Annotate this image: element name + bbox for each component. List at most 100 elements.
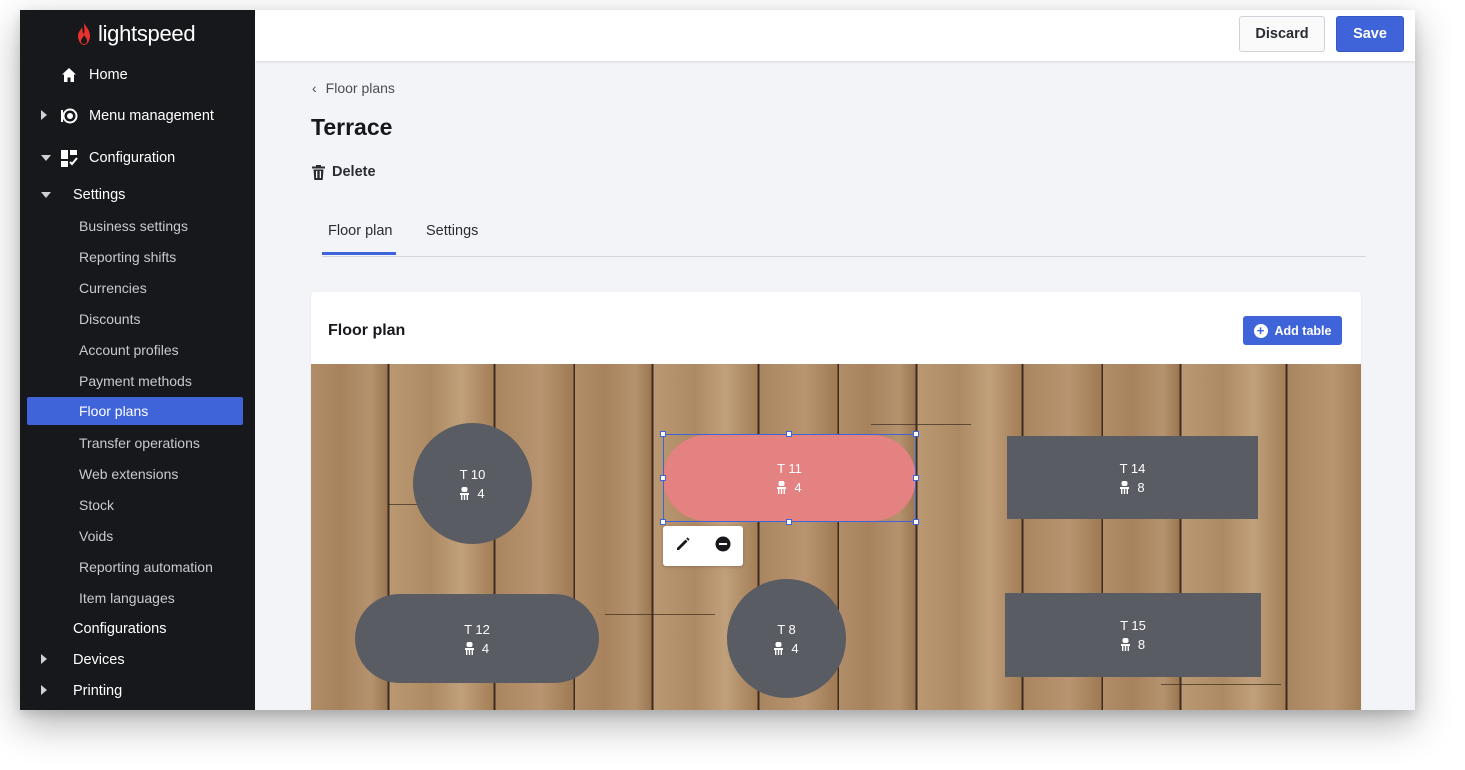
collapse-icon	[41, 155, 51, 161]
sidebar-item-web-extensions[interactable]: Web extensions	[27, 460, 243, 488]
resize-handle[interactable]	[786, 431, 792, 437]
floor-plan-canvas[interactable]: T 10 4 T 11 4 T 14 8 T 12 4 T 8 4 T 15 8	[311, 364, 1361, 710]
sidebar-item-business-settings[interactable]: Business settings	[27, 212, 243, 240]
sidebar-item-payment-methods[interactable]: Payment methods	[27, 367, 243, 395]
home-icon	[60, 66, 78, 84]
chevron-left-icon: ‹	[312, 80, 317, 96]
resize-handle[interactable]	[786, 519, 792, 525]
sidebar-item-voids[interactable]: Voids	[27, 522, 243, 550]
save-button[interactable]: Save	[1336, 16, 1404, 52]
chair-icon	[1120, 480, 1130, 494]
chair-icon	[1120, 638, 1130, 651]
chair-icon	[774, 641, 784, 655]
resize-handle[interactable]	[660, 431, 666, 437]
chair-icon	[464, 641, 474, 655]
table-t8[interactable]: T 8 4	[727, 579, 846, 698]
sidebar-label: Configurations	[73, 621, 167, 637]
sidebar-item-reporting-shifts[interactable]: Reporting shifts	[27, 243, 243, 271]
resize-handle[interactable]	[660, 475, 666, 481]
resize-handle[interactable]	[660, 519, 666, 525]
sidebar-label: Transfer operations	[79, 435, 200, 451]
resize-handle[interactable]	[913, 519, 919, 525]
breadcrumb[interactable]: ‹ Floor plans	[312, 80, 395, 96]
dashboard-icon	[60, 149, 78, 167]
sidebar-item-floor-plans[interactable]: Floor plans	[27, 397, 243, 425]
sidebar-item-configuration[interactable]: Configuration	[20, 143, 255, 173]
seat-count: 8	[1137, 637, 1146, 652]
collapse-icon	[41, 192, 51, 198]
chair-icon	[460, 486, 470, 500]
sidebar: lightspeed Home Menu management Configur…	[20, 10, 255, 710]
sidebar-label: Printing	[73, 683, 123, 699]
resize-handle[interactable]	[913, 431, 919, 437]
sidebar-label: Menu management	[89, 108, 214, 124]
pencil-icon[interactable]	[675, 536, 691, 557]
page-title: Terrace	[311, 114, 393, 140]
trash-icon	[312, 164, 325, 180]
brand-name: lightspeed	[98, 21, 196, 46]
sidebar-label: Account profiles	[79, 342, 179, 358]
sidebar-item-printing[interactable]: Printing	[20, 676, 255, 706]
sidebar-item-currencies[interactable]: Currencies	[27, 274, 243, 302]
sidebar-item-transfer-operations[interactable]: Transfer operations	[27, 429, 243, 457]
table-t14[interactable]: T 14 8	[1007, 436, 1258, 519]
sidebar-item-stock[interactable]: Stock	[27, 491, 243, 519]
table-name: T 8	[777, 621, 796, 637]
sidebar-label: Stock	[79, 497, 115, 513]
sidebar-label: Item languages	[79, 590, 175, 606]
sidebar-label: Configuration	[89, 150, 176, 166]
tab-bar: Floor plan Settings	[322, 218, 1366, 257]
seat-count: 4	[794, 480, 802, 495]
table-t15[interactable]: T 15 8	[1005, 593, 1261, 677]
plank-seam	[1161, 684, 1281, 685]
table-name: T 10	[459, 466, 486, 482]
expand-icon	[41, 685, 47, 695]
sidebar-label: Reporting shifts	[79, 249, 177, 265]
tab-floor-plan[interactable]: Floor plan	[328, 223, 392, 239]
delete-button[interactable]: Delete	[312, 164, 376, 180]
sidebar-item-discounts[interactable]: Discounts	[27, 305, 243, 333]
logo[interactable]: lightspeed	[76, 20, 196, 48]
table-seats: 8	[1120, 480, 1145, 495]
active-tab-indicator	[322, 252, 396, 255]
table-t10[interactable]: T 10 4	[413, 423, 532, 544]
chair-icon	[777, 481, 787, 494]
sidebar-label: Home	[89, 67, 128, 83]
add-table-label: Add table	[1274, 323, 1332, 338]
tab-settings[interactable]: Settings	[426, 223, 478, 239]
plank-seam	[605, 614, 715, 615]
expand-icon	[41, 654, 47, 664]
plus-circle-icon: +	[1253, 323, 1268, 338]
resize-handle[interactable]	[913, 475, 919, 481]
table-name: T 15	[1120, 618, 1146, 633]
discard-button[interactable]: Discard	[1239, 16, 1325, 52]
table-seats: 4	[464, 640, 490, 656]
add-table-button[interactable]: + Add table	[1243, 316, 1342, 345]
sidebar-item-menu-management[interactable]: Menu management	[20, 101, 255, 131]
sidebar-item-configurations[interactable]: Configurations	[20, 614, 255, 644]
sidebar-item-home[interactable]: Home	[20, 60, 255, 90]
sidebar-item-item-languages[interactable]: Item languages	[27, 584, 243, 612]
table-seats: 8	[1120, 637, 1146, 652]
sidebar-label: Web extensions	[79, 466, 179, 482]
minus-circle-icon[interactable]	[715, 536, 731, 557]
expand-icon	[41, 110, 47, 120]
flame-icon	[78, 23, 90, 45]
sidebar-label: Currencies	[79, 280, 147, 296]
sidebar-item-devices[interactable]: Devices	[20, 645, 255, 675]
table-name: T 11	[777, 461, 802, 476]
seat-count: 4	[481, 640, 490, 656]
sidebar-item-reporting-automation[interactable]: Reporting automation	[27, 553, 243, 581]
table-actions-toolbar	[663, 526, 743, 566]
seat-count: 4	[477, 485, 485, 501]
plank-seam	[871, 424, 971, 425]
floor-plan-card: Floor plan + Add table T 10 4 T 11 4 T 1…	[311, 292, 1361, 710]
sidebar-label: Discounts	[79, 311, 141, 327]
sidebar-item-account-profiles[interactable]: Account profiles	[27, 336, 243, 364]
table-t11[interactable]: T 11 4	[663, 435, 916, 521]
table-t12[interactable]: T 12 4	[355, 594, 599, 683]
sidebar-item-settings[interactable]: Settings	[20, 180, 255, 210]
plate-icon	[60, 107, 78, 125]
table-seats: 4	[774, 640, 799, 656]
seat-count: 4	[791, 640, 799, 656]
